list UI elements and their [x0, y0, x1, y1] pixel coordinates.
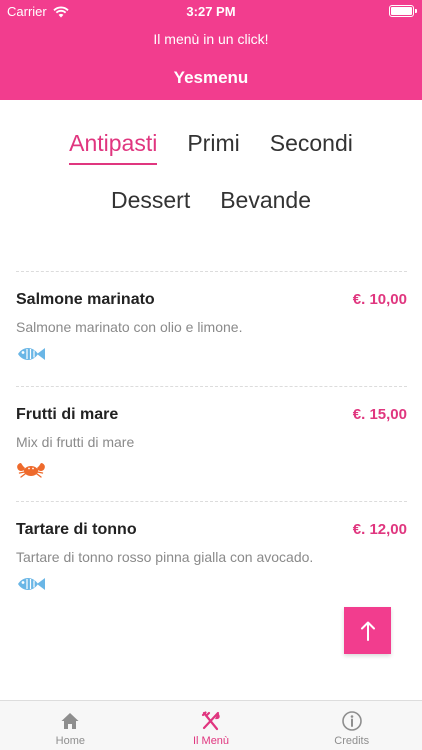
- home-icon: [61, 713, 79, 729]
- app-title: Yesmenu: [173, 68, 249, 87]
- item-description: Tartare di tonno rosso pinna gialla con …: [16, 549, 314, 565]
- menu-item[interactable]: Tartare di tonno €. 12,00 Tartare di ton…: [16, 501, 407, 616]
- tabbar-credits[interactable]: Credits: [281, 701, 422, 750]
- scroll-to-top-button[interactable]: [344, 607, 391, 654]
- item-description: Salmone marinato con olio e limone.: [16, 319, 243, 335]
- fish-icon: [18, 578, 45, 590]
- category-tabs-row-2: Dessert Bevande: [0, 187, 422, 218]
- menu-list: Salmone marinato €. 10,00 Salmone marina…: [16, 271, 407, 616]
- app-header: Carrier 3:27 PM Il menù in un click! Yes…: [0, 0, 422, 100]
- battery-icon: [389, 5, 417, 17]
- item-price: €. 12,00: [352, 521, 407, 538]
- item-name: Frutti di mare: [16, 406, 119, 423]
- menu-item[interactable]: Frutti di mare €. 15,00 Mix di frutti di…: [16, 386, 407, 501]
- arrow-up-icon: [360, 621, 375, 641]
- tabbar-menu[interactable]: Il Menù: [141, 701, 282, 750]
- category-tabs-row-1: Antipasti Primi Secondi: [0, 130, 422, 165]
- menu-item[interactable]: Salmone marinato €. 10,00 Salmone marina…: [16, 271, 407, 386]
- status-bar: Carrier 3:27 PM: [0, 0, 422, 22]
- crab-icon: [17, 463, 45, 478]
- tabbar-label: Il Menù: [192, 735, 230, 747]
- tab-dessert[interactable]: Dessert: [111, 187, 190, 218]
- fish-icon: [18, 348, 45, 360]
- tabbar-home[interactable]: Home: [0, 701, 141, 750]
- item-price: €. 15,00: [352, 406, 407, 423]
- tabbar-label: Credits: [334, 735, 370, 747]
- item-name: Salmone marinato: [16, 291, 155, 308]
- tab-secondi[interactable]: Secondi: [270, 130, 353, 161]
- item-price: €. 10,00: [352, 291, 407, 308]
- status-time: 3:27 PM: [186, 4, 236, 19]
- header-subtitle: Il menù in un click!: [153, 31, 269, 47]
- item-description: Mix di frutti di mare: [16, 434, 135, 450]
- tab-primi[interactable]: Primi: [187, 130, 239, 161]
- bottom-tab-bar: Home Il Menù Credits: [0, 700, 422, 750]
- tab-antipasti[interactable]: Antipasti: [69, 130, 158, 165]
- item-name: Tartare di tonno: [16, 521, 137, 538]
- fork-knife-icon: [201, 711, 220, 731]
- tabbar-label: Home: [55, 735, 85, 747]
- info-icon: [341, 711, 362, 731]
- tab-bevande[interactable]: Bevande: [220, 187, 311, 218]
